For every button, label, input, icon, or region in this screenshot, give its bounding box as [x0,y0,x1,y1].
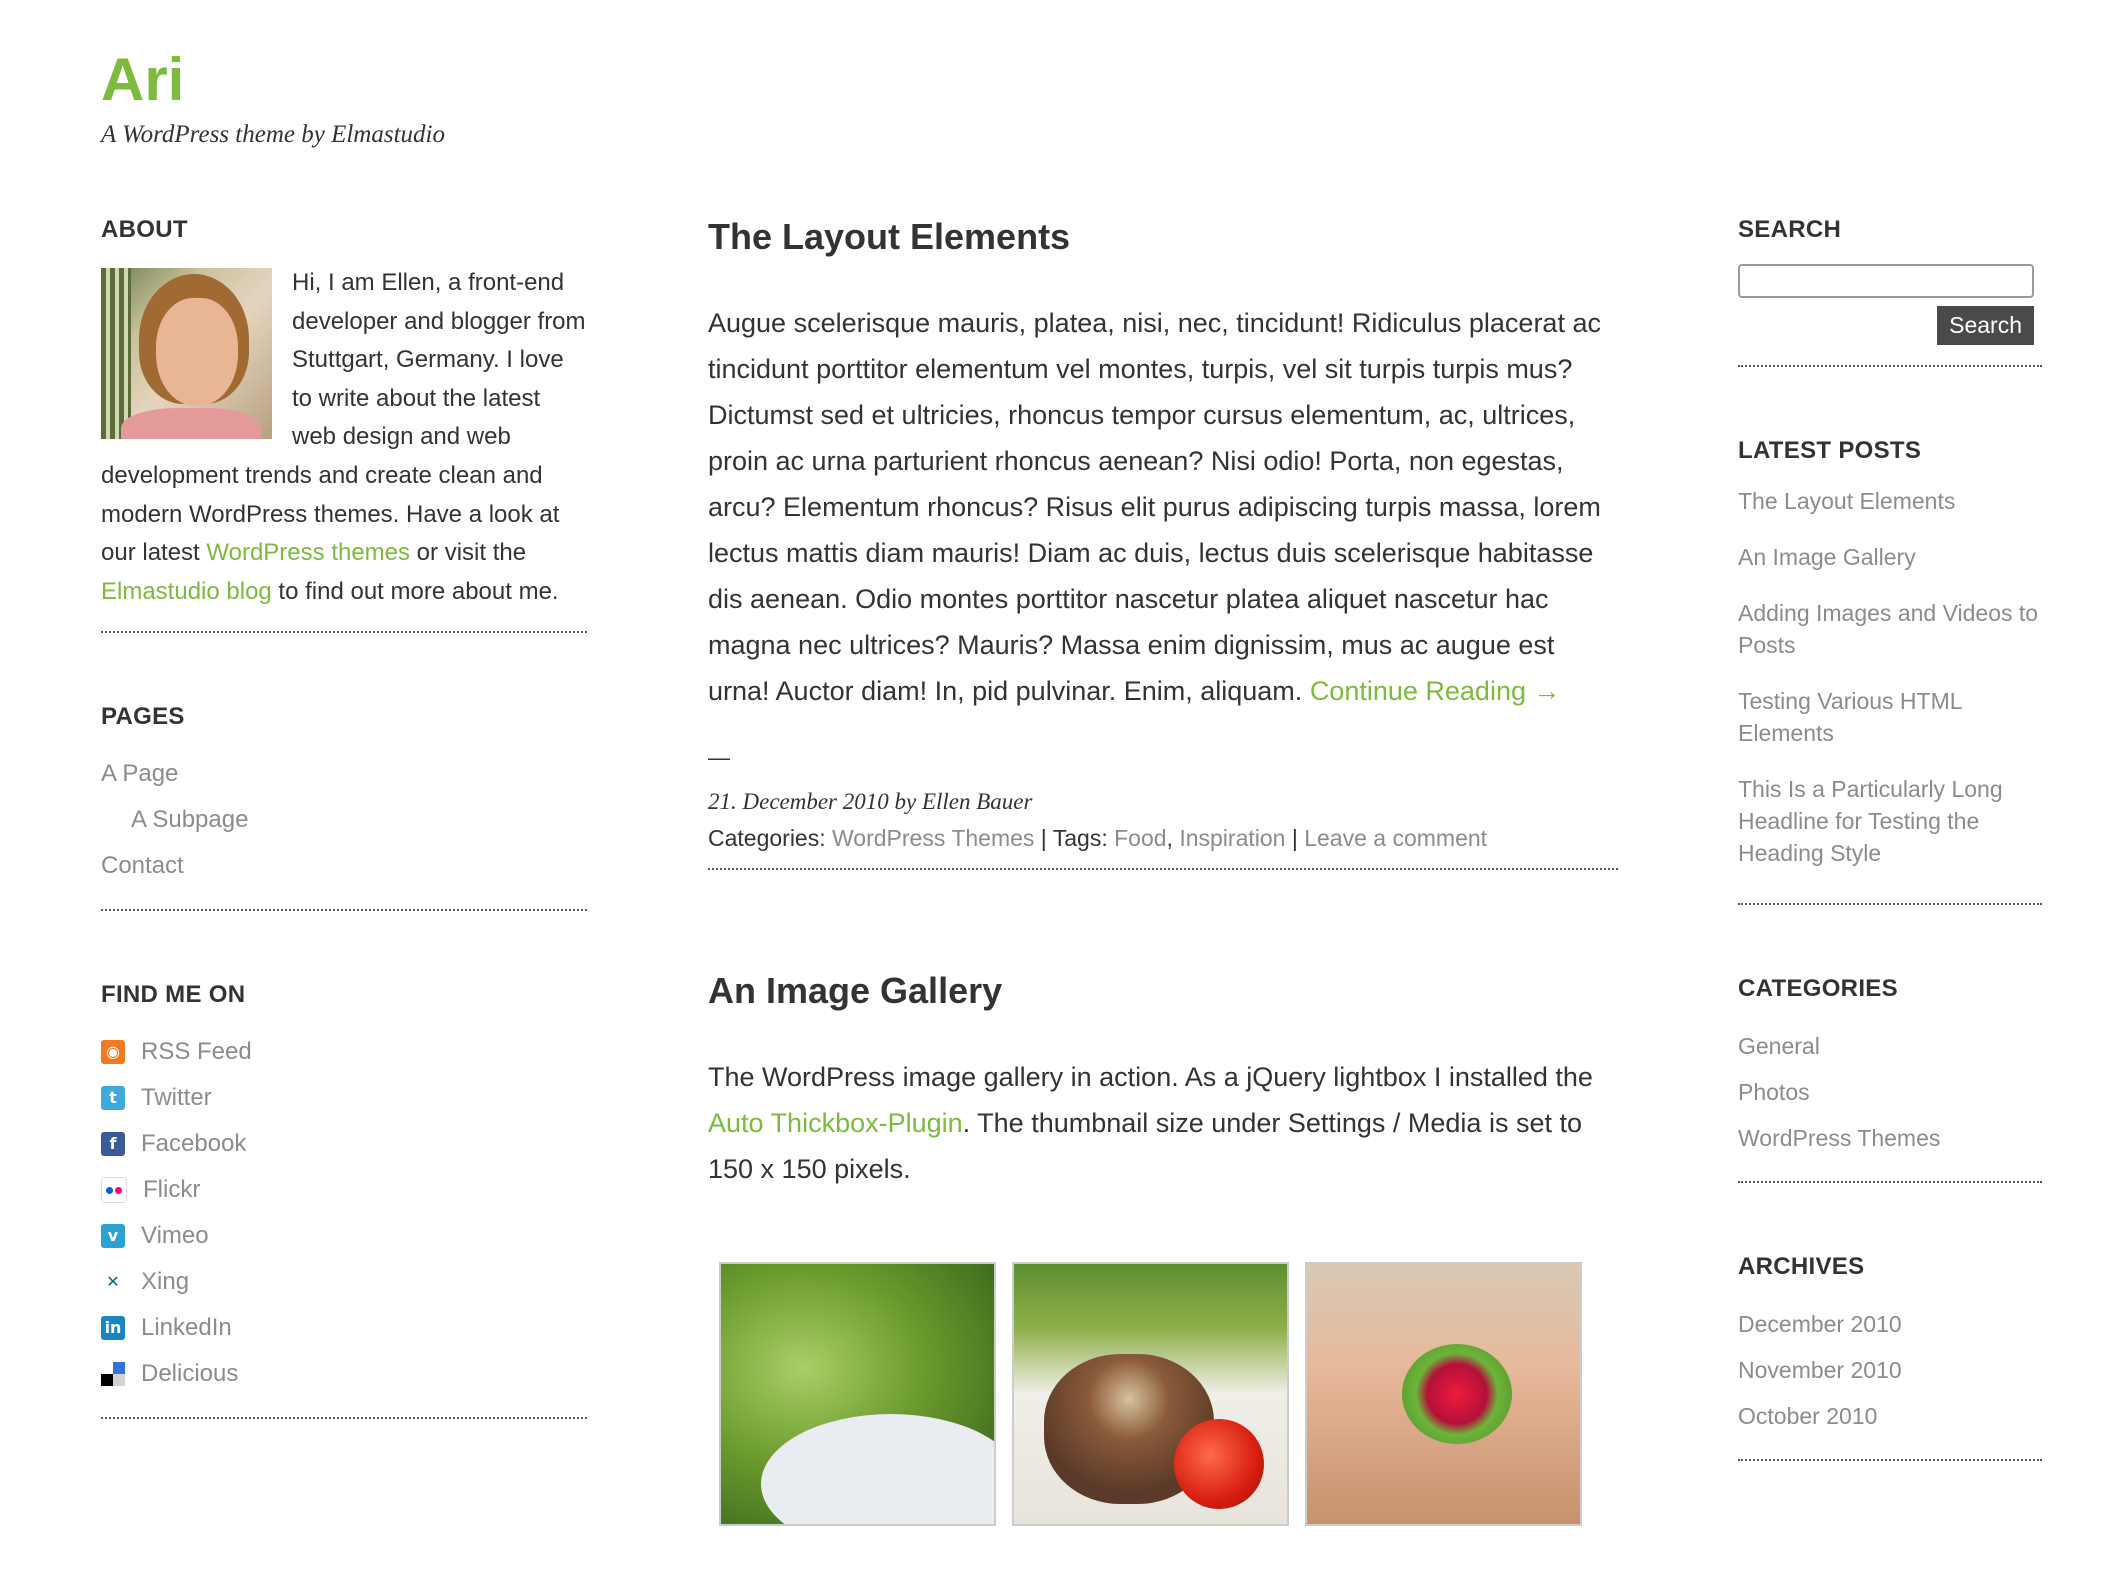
pages-heading: Pages [101,703,185,731]
search-heading: Search [1738,216,1842,243]
category-link-general[interactable]: General [1738,1023,2042,1069]
post-layout-elements: The Layout Elements Augue scelerisque ma… [708,216,1618,870]
social-link-rss[interactable]: ◉ RSS Feed [101,1029,587,1075]
archives-widget: Archives December 2010 November 2010 Oct… [1738,1253,2042,1461]
latest-posts-heading: Latest Posts [1738,437,1922,464]
social-link-facebook[interactable]: f Facebook [101,1121,587,1167]
post-meta: Categories: WordPress Themes | Tags: Foo… [708,820,1618,870]
left-sidebar: About Hi, I am Ellen, a front-end develo… [101,216,587,1420]
tag-link-food[interactable]: Food [1114,825,1166,851]
social-link-flickr[interactable]: Flickr [101,1167,587,1213]
author-photo [101,268,272,439]
twitter-icon: t [101,1086,125,1111]
linkedin-icon: in [101,1316,125,1341]
latest-post-link[interactable]: The Layout Elements [1738,485,2042,517]
latest-posts-widget: Latest Posts The Layout Elements An Imag… [1738,437,2042,905]
about-heading: About [101,216,188,243]
social-link-linkedin[interactable]: in LinkedIn [101,1305,587,1351]
pages-widget: Pages A Page A Subpage Contact [101,703,587,912]
gallery-thumbnail-fruit[interactable] [1305,1262,1582,1526]
image-gallery [708,1262,1618,1526]
leave-comment-link[interactable]: Leave a comment [1304,825,1487,851]
vimeo-icon: v [101,1224,125,1249]
find-me-widget: Find me on ◉ RSS Feed t Twitter f Facebook … [101,981,587,1420]
category-link-wordpress-themes[interactable]: WordPress Themes [1738,1115,2042,1161]
main-content: The Layout Elements Augue scelerisque ma… [708,216,1618,1526]
delicious-icon [101,1362,125,1387]
thickbox-plugin-link[interactable]: Auto Thickbox-Plugin [708,1108,963,1138]
latest-post-link[interactable]: Adding Images and Videos to Posts [1738,597,2042,661]
about-widget: About Hi, I am Ellen, a front-end develo… [101,216,587,634]
wordpress-themes-link[interactable]: WordPress themes [206,539,410,566]
post-title[interactable]: The Layout Elements [708,216,1618,258]
category-link-photos[interactable]: Photos [1738,1069,2042,1115]
gallery-thumbnail-dish[interactable] [1012,1262,1289,1526]
social-link-twitter[interactable]: t Twitter [101,1075,587,1121]
latest-post-link[interactable]: An Image Gallery [1738,541,2042,573]
archive-link-october-2010[interactable]: October 2010 [1738,1393,2042,1439]
archives-heading: Archives [1738,1253,1865,1280]
archive-link-november-2010[interactable]: November 2010 [1738,1347,2042,1393]
flickr-icon [101,1177,127,1204]
right-sidebar: Search Search Latest Posts The Layout El… [1738,216,2042,1461]
post-title[interactable]: An Image Gallery [708,970,1618,1012]
latest-post-link[interactable]: This Is a Particularly Long Headline for… [1738,773,2042,869]
elmastudio-blog-link[interactable]: Elmastudio blog [101,578,272,605]
post-image-gallery: An Image Gallery The WordPress image gal… [708,970,1618,1526]
categories-widget: Categories General Photos WordPress Them… [1738,975,2042,1183]
post-date-author: 21. December 2010 by Ellen Bauer [708,789,1033,814]
page-link-a-page[interactable]: A Page [101,751,587,797]
social-link-delicious[interactable]: Delicious [101,1351,587,1397]
archive-link-december-2010[interactable]: December 2010 [1738,1301,2042,1347]
post-excerpt: The WordPress image gallery in action. A… [708,1062,1593,1184]
gallery-thumbnail-herbs[interactable] [719,1262,996,1526]
search-widget: Search Search [1738,216,2042,367]
page-link-a-subpage[interactable]: A Subpage [101,797,587,843]
latest-post-link[interactable]: Testing Various HTML Elements [1738,685,2042,749]
facebook-icon: f [101,1132,125,1157]
site-title[interactable]: Ari [101,50,184,110]
site-tagline: A WordPress theme by Elmastudio [101,121,445,148]
category-link[interactable]: WordPress Themes [832,825,1034,851]
post-separator: — [708,745,730,770]
categories-heading: Categories [1738,975,1898,1002]
post-excerpt: Augue scelerisque mauris, platea, nisi, … [708,308,1601,706]
find-me-heading: Find me on [101,981,246,1009]
social-link-vimeo[interactable]: v Vimeo [101,1213,587,1259]
search-input[interactable] [1738,264,2034,298]
continue-reading-link[interactable]: Continue Reading → [1310,676,1561,706]
social-link-xing[interactable]: ✕ Xing [101,1259,587,1305]
search-button[interactable]: Search [1937,306,2034,345]
xing-icon: ✕ [101,1270,125,1295]
page-link-contact[interactable]: Contact [101,843,587,889]
rss-icon: ◉ [101,1040,125,1065]
tag-link-inspiration[interactable]: Inspiration [1179,825,1285,851]
